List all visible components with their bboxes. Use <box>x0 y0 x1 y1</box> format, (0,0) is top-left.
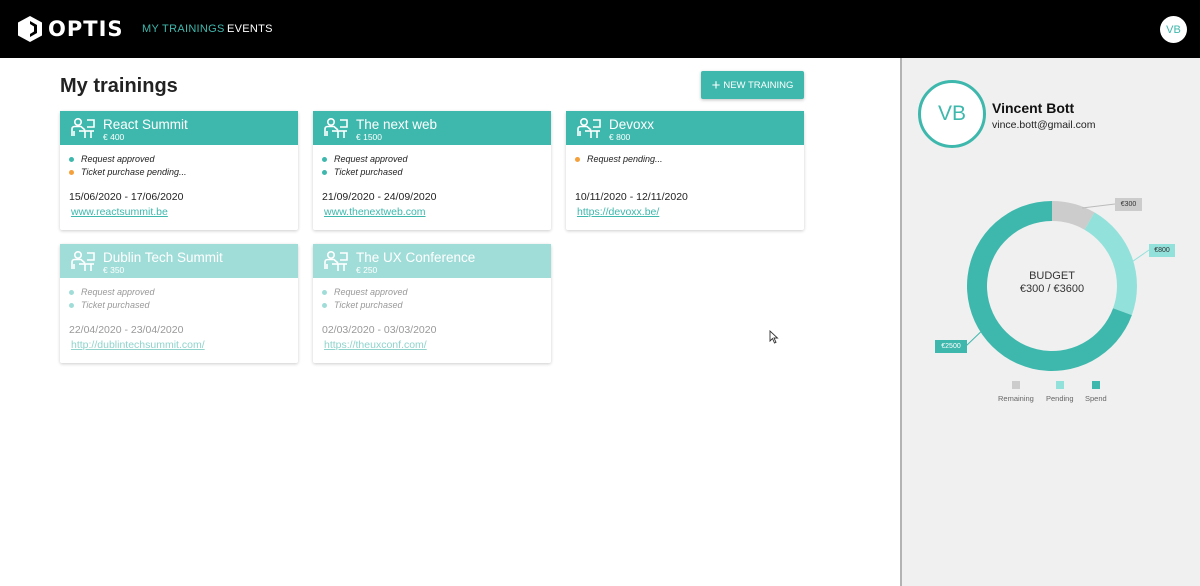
brand-name: OPTIS <box>48 17 124 41</box>
training-link[interactable]: http://dublintechsummit.com/ <box>71 339 205 351</box>
training-link[interactable]: https://devoxx.be/ <box>577 206 659 218</box>
status-item: Ticket purchase pending... <box>69 167 186 177</box>
new-training-button[interactable]: + NEW TRAINING <box>701 71 804 99</box>
mouse-cursor-icon <box>769 330 779 344</box>
status-item: Request approved <box>69 154 155 164</box>
status-dot-icon <box>69 289 74 295</box>
training-dates: 22/04/2020 - 23/04/2020 <box>69 324 184 336</box>
nav-events[interactable]: EVENTS <box>227 23 273 35</box>
status-label: Request approved <box>81 154 155 164</box>
status-dot-icon <box>69 156 74 162</box>
status-label: Request approved <box>334 287 408 297</box>
optis-logo-icon <box>18 16 42 42</box>
status-dot-icon <box>69 169 74 175</box>
presenter-desk-icon <box>70 250 96 277</box>
training-dates: 02/03/2020 - 03/03/2020 <box>322 324 437 336</box>
status-label: Ticket purchased <box>81 300 150 310</box>
profile-panel: VB Vincent Bott vince.bott@gmail.com BUD… <box>900 58 1200 586</box>
training-card[interactable]: Devoxx € 800 Request pending... 10/11/2020 … <box>566 111 804 230</box>
card-body: Request pending... 10/11/2020 - 12/11/202… <box>566 145 804 230</box>
status-item: Ticket purchased <box>322 300 402 310</box>
training-price: € 800 <box>609 132 631 142</box>
status-item: Ticket purchased <box>69 300 149 310</box>
training-card[interactable]: The UX Conference € 250 Request approved Ti… <box>313 244 551 363</box>
budget-value: €300 / €3600 <box>1019 283 1085 295</box>
legend-label-remaining: Remaining <box>998 394 1034 403</box>
legend-spend[interactable]: Spend <box>1085 381 1107 403</box>
status-dot-icon <box>69 302 74 308</box>
presenter-desk-icon <box>323 250 349 277</box>
legend-label-pending: Pending <box>1046 394 1074 403</box>
card-header: Dublin Tech Summit € 350 <box>60 244 298 278</box>
nav-my-trainings[interactable]: MY TRAININGS <box>142 23 225 35</box>
training-price: € 250 <box>356 265 378 275</box>
training-link[interactable]: www.thenextweb.com <box>324 206 426 218</box>
status-dot-icon <box>322 302 327 308</box>
status-label: Ticket purchase pending... <box>81 167 187 177</box>
status-label: Request pending... <box>587 154 663 164</box>
card-body: Request approved Ticket purchase pending.… <box>60 145 298 230</box>
legend-label-spend: Spend <box>1085 394 1107 403</box>
training-name: Devoxx <box>609 117 655 132</box>
budget-donut-chart <box>965 201 1150 371</box>
status-item: Request approved <box>69 287 155 297</box>
budget-title: BUDGET <box>1029 270 1075 282</box>
status-label: Ticket purchased <box>334 300 403 310</box>
training-name: The next web <box>356 117 438 132</box>
presenter-desk-icon <box>576 117 602 144</box>
training-dates: 15/06/2020 - 17/06/2020 <box>69 191 184 203</box>
card-header: The next web € 1500 <box>313 111 551 145</box>
status-label: Request approved <box>334 154 408 164</box>
training-link[interactable]: www.reactsummit.be <box>71 206 168 218</box>
card-header: The UX Conference € 250 <box>313 244 551 278</box>
training-price: € 400 <box>103 132 125 142</box>
data-label-remaining: €300 <box>1115 198 1142 211</box>
card-header: Devoxx € 800 <box>566 111 804 145</box>
new-training-label: NEW TRAINING <box>723 79 794 91</box>
card-body: Request approved Ticket purchased 21/09/20… <box>313 145 551 230</box>
status-item: Request approved <box>322 287 408 297</box>
card-body: Request approved Ticket purchased 22/04/20… <box>60 278 298 363</box>
training-card[interactable]: The next web € 1500 Request approved Ticket… <box>313 111 551 230</box>
card-header: React Summit € 400 <box>60 111 298 145</box>
status-dot-icon <box>322 169 327 175</box>
training-price: € 350 <box>103 265 125 275</box>
training-dates: 10/11/2020 - 12/11/2020 <box>575 191 688 203</box>
status-label: Ticket purchased <box>334 167 403 177</box>
status-dot-icon <box>322 156 327 162</box>
training-link[interactable]: https://theuxconf.com/ <box>324 339 427 351</box>
training-name: Dublin Tech Summit <box>103 250 223 265</box>
legend-swatch-pending <box>1055 381 1064 389</box>
plus-icon: + <box>711 76 721 94</box>
status-item: Request approved <box>322 154 408 164</box>
status-item: Request pending... <box>575 154 663 164</box>
training-price: € 1500 <box>356 132 382 142</box>
leader-remaining <box>1081 203 1116 209</box>
presenter-desk-icon <box>70 117 96 144</box>
data-label-pending: €800 <box>1149 244 1175 257</box>
data-label-spend: €2500 <box>935 340 967 353</box>
top-bar: OPTIS MY TRAININGS EVENTS VB <box>0 0 1200 58</box>
status-dot-icon <box>575 156 580 162</box>
legend-pending[interactable]: Pending <box>1046 381 1074 403</box>
training-name: React Summit <box>103 117 188 132</box>
brand-logo[interactable]: OPTIS <box>18 16 124 42</box>
legend-swatch-remaining <box>1011 381 1020 389</box>
legend-swatch-spend <box>1091 381 1100 389</box>
user-avatar[interactable]: VB <box>1160 16 1187 43</box>
training-name: The UX Conference <box>356 250 476 265</box>
legend-remaining[interactable]: Remaining <box>998 381 1034 403</box>
status-item: Ticket purchased <box>322 167 402 177</box>
training-card[interactable]: Dublin Tech Summit € 350 Request approved T… <box>60 244 298 363</box>
page-title: My trainings <box>60 75 178 97</box>
status-label: Request approved <box>81 287 155 297</box>
training-card[interactable]: React Summit € 400 Request approved Ticket … <box>60 111 298 230</box>
training-dates: 21/09/2020 - 24/09/2020 <box>322 191 437 203</box>
card-body: Request approved Ticket purchased 02/03/20… <box>313 278 551 363</box>
status-dot-icon <box>322 289 327 295</box>
presenter-desk-icon <box>323 117 349 144</box>
